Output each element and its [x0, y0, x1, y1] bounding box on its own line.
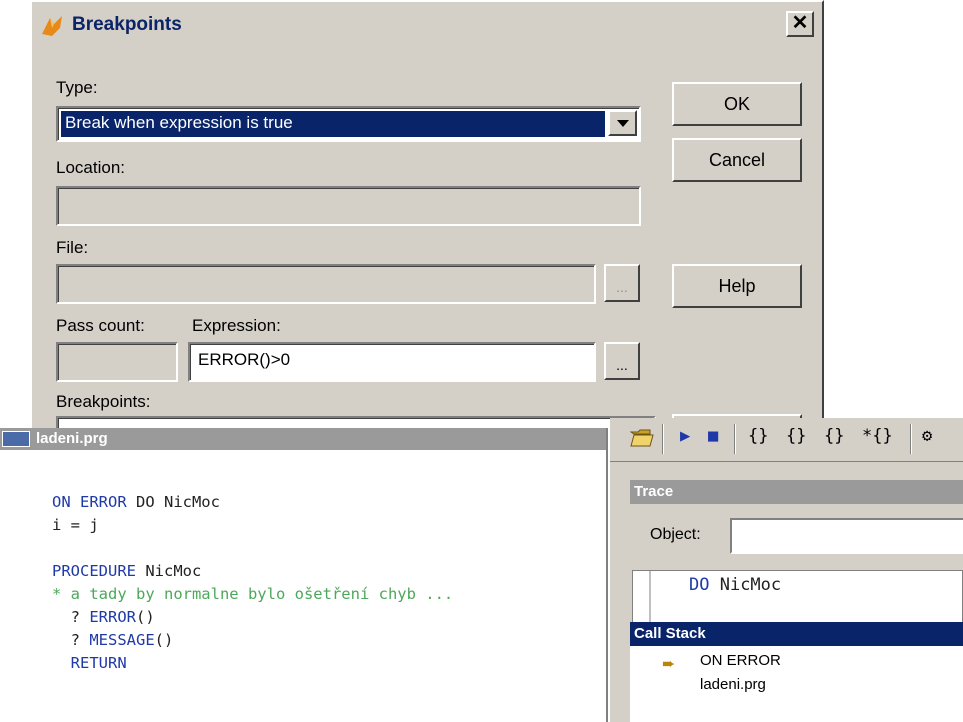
trace-title: Trace: [630, 480, 963, 504]
stop-icon[interactable]: ■: [708, 426, 718, 446]
current-frame-arrow-icon: ➨: [662, 656, 676, 673]
expression-field[interactable]: ERROR()>0: [188, 342, 596, 382]
debugger-toolbar: ▶ ■ {} {} {} *{} ⚙: [610, 418, 963, 462]
close-button[interactable]: ✕: [786, 11, 814, 37]
expression-label: Expression:: [192, 316, 281, 335]
run-to-cursor-icon[interactable]: *{}: [862, 426, 893, 446]
callstack-item[interactable]: ladeni.prg: [700, 676, 766, 693]
callstack-list[interactable]: ➨ ON ERROR ladeni.prg: [630, 646, 963, 722]
toolbar-separator: [662, 424, 664, 454]
code-line: ON ERROR DO NicMoc: [52, 493, 220, 511]
watch-icon[interactable]: ⚙: [922, 426, 932, 446]
location-field[interactable]: [56, 186, 641, 226]
debugger-pane: ▶ ■ {} {} {} *{} ⚙ Trace Object: DO NicM…: [610, 418, 963, 722]
callstack-item[interactable]: ON ERROR: [700, 652, 781, 669]
code-line: PROCEDURE NicMoc: [52, 562, 202, 580]
object-label: Object:: [650, 526, 701, 543]
code-line: RETURN: [52, 654, 127, 672]
type-selected-value: Break when expression is true: [60, 110, 606, 138]
expression-value: ERROR()>0: [198, 350, 291, 369]
toolbar-separator: [910, 424, 912, 454]
breakpoints-dialog: Breakpoints ✕ Type: Break when expressio…: [30, 0, 824, 436]
step-into-icon[interactable]: {}: [748, 426, 768, 446]
code-editor-window: ladeni.prg ON ERROR DO NicMoc i = j PROCE…: [0, 428, 608, 722]
expression-builder-button[interactable]: ...: [604, 342, 640, 380]
ok-button[interactable]: OK: [672, 82, 802, 126]
pass-count-field[interactable]: [56, 342, 178, 382]
dialog-title: Breakpoints: [72, 14, 182, 35]
callstack-title: Call Stack: [630, 622, 963, 646]
type-combobox[interactable]: Break when expression is true: [56, 106, 641, 142]
step-out-icon[interactable]: {}: [824, 426, 844, 446]
trace-current-line: DO NicMoc: [689, 575, 782, 595]
step-over-icon[interactable]: {}: [786, 426, 806, 446]
code-line: ? ERROR(): [52, 608, 155, 626]
program-file-icon: [2, 431, 30, 447]
file-browse-button[interactable]: ...: [604, 264, 640, 302]
close-icon: ✕: [791, 12, 809, 34]
editor-title: ladeni.prg: [36, 430, 108, 447]
open-folder-icon[interactable]: [629, 426, 654, 453]
code-line: ? MESSAGE(): [52, 631, 174, 649]
dialog-titlebar: Breakpoints ✕: [34, 8, 820, 42]
fox-icon: [42, 16, 62, 36]
run-icon[interactable]: ▶: [680, 426, 690, 446]
chevron-down-icon[interactable]: [608, 110, 637, 136]
object-combobox[interactable]: [730, 518, 963, 554]
help-button[interactable]: Help: [672, 264, 802, 308]
pass-count-label: Pass count:: [56, 316, 145, 335]
code-area[interactable]: ON ERROR DO NicMoc i = j PROCEDURE NicMoc…: [52, 468, 453, 721]
screen: Breakpoints ✕ Type: Break when expressio…: [0, 0, 963, 722]
location-label: Location:: [56, 158, 125, 177]
editor-titlebar: ladeni.prg: [0, 428, 606, 450]
code-line: * a tady by normalne bylo ošetření chyb …: [52, 585, 454, 603]
toolbar-separator: [734, 424, 736, 454]
code-line: i = j: [52, 516, 99, 534]
type-label: Type:: [56, 78, 98, 97]
file-field[interactable]: [56, 264, 596, 304]
breakpoints-label: Breakpoints:: [56, 392, 151, 411]
cancel-button[interactable]: Cancel: [672, 138, 802, 182]
file-label: File:: [56, 238, 89, 257]
